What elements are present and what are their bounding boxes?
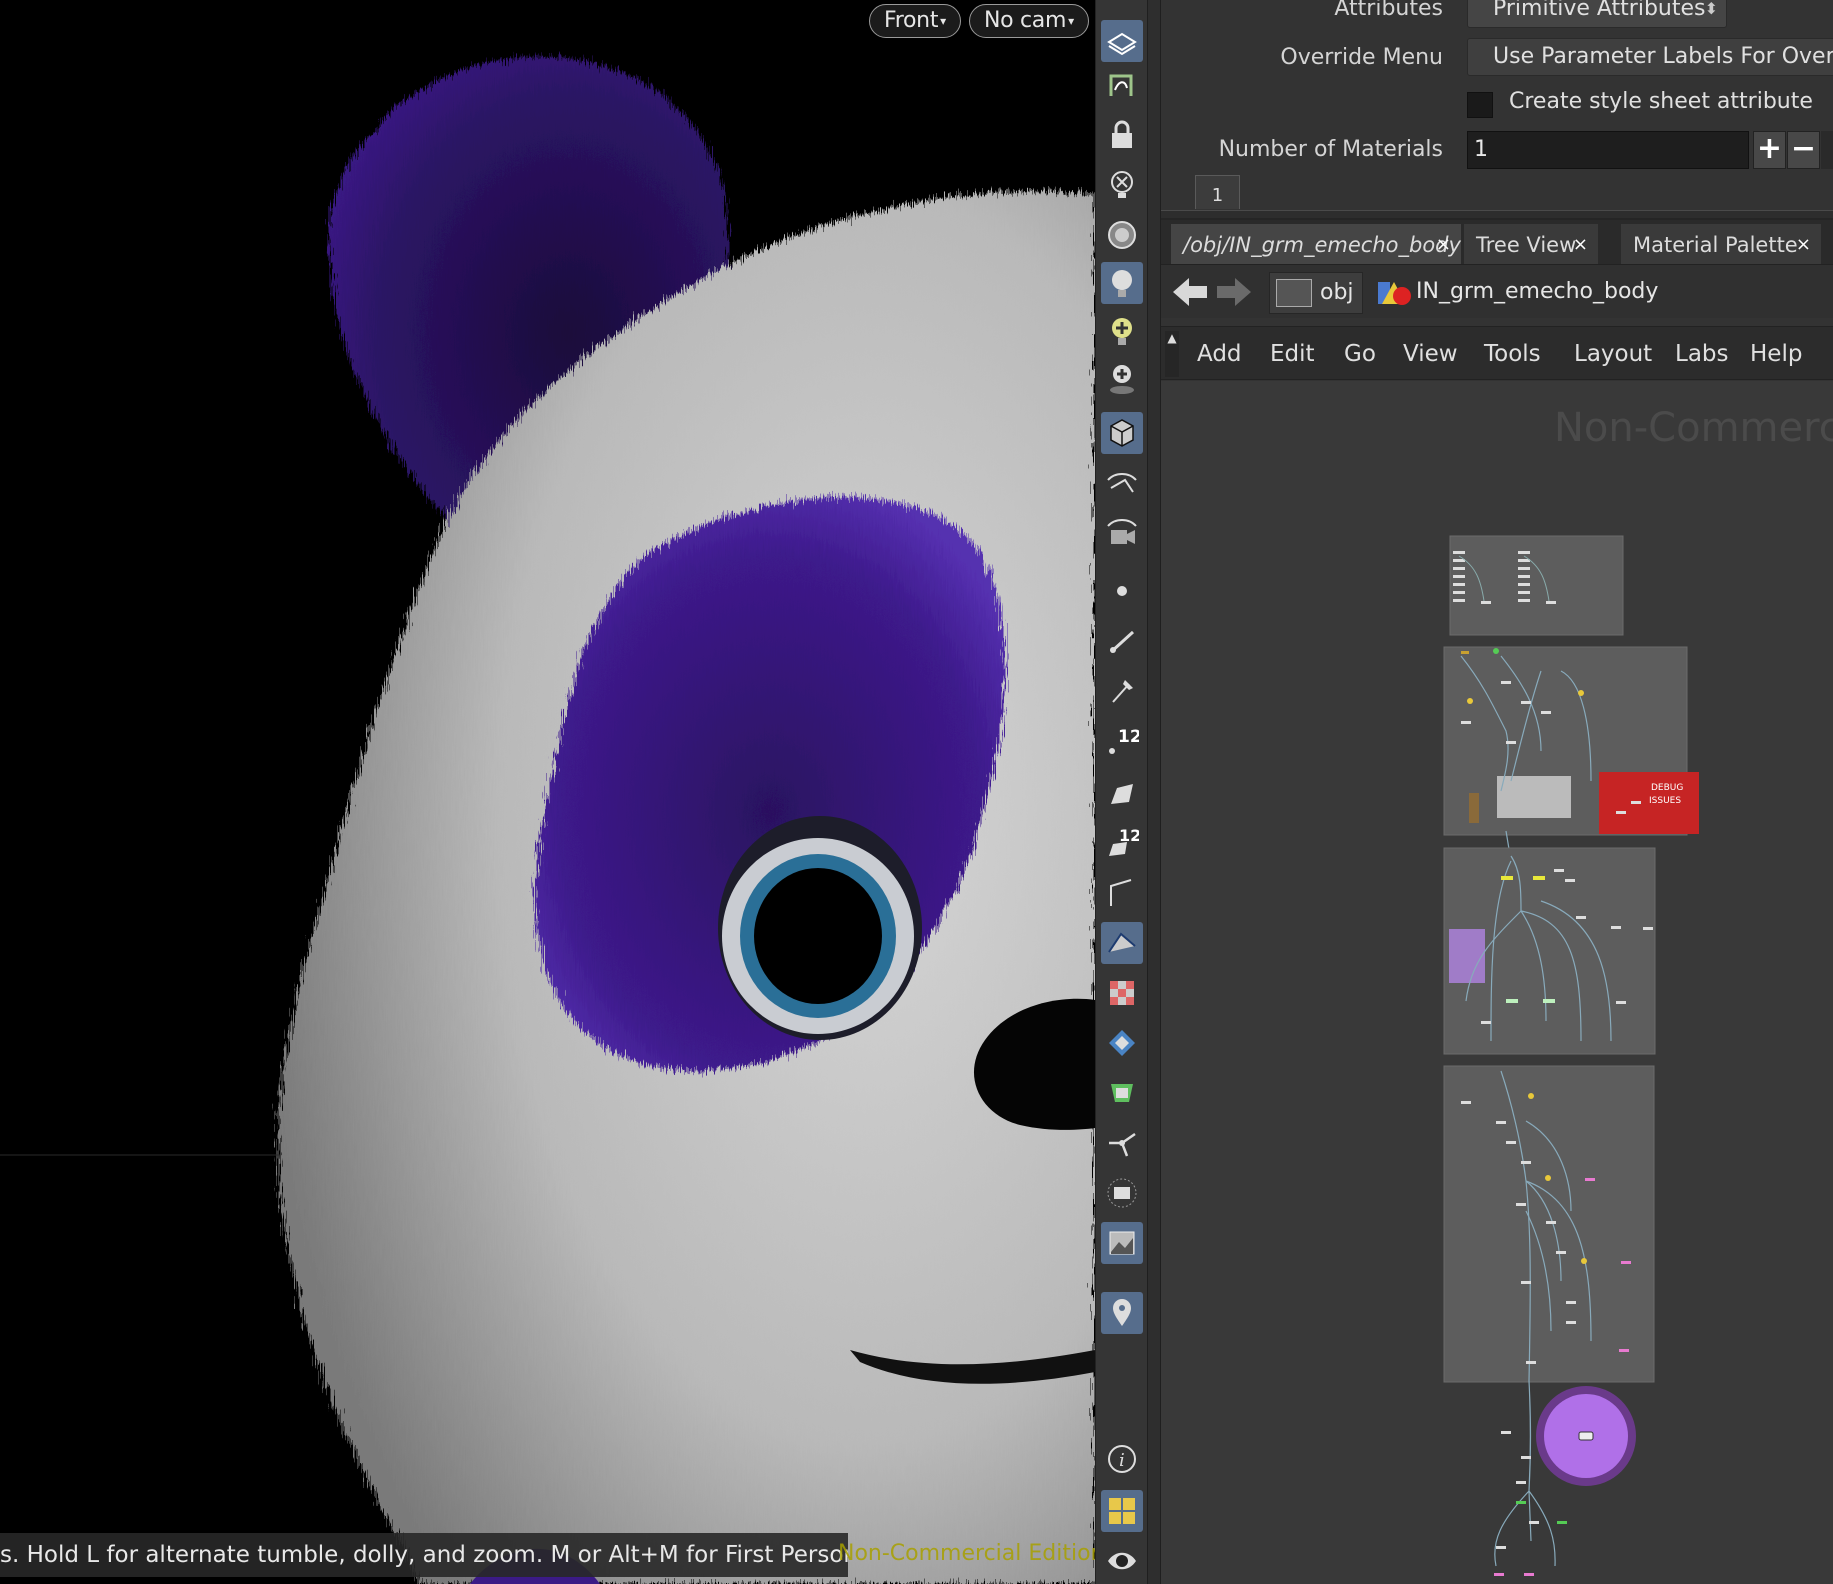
add-material-button[interactable]: +	[1753, 131, 1786, 169]
pin-icon[interactable]	[1101, 670, 1143, 712]
remove-material-button[interactable]: −	[1787, 131, 1820, 169]
purple-sticky	[1449, 929, 1485, 983]
menu-view[interactable]: View	[1403, 327, 1458, 381]
material-tab-1[interactable]: 1	[1195, 175, 1240, 209]
style-sheet-checkbox[interactable]	[1467, 92, 1493, 118]
menu-collapse-icon[interactable]: ▲	[1165, 331, 1179, 377]
primitive-icon[interactable]	[1101, 772, 1143, 814]
override-menu-button[interactable]: Use Parameter Labels For Override	[1467, 38, 1833, 76]
lock-camera-icon[interactable]	[1101, 114, 1143, 156]
dropdown-arrows-icon: ⬍	[1704, 0, 1718, 18]
menu-edit[interactable]: Edit	[1270, 327, 1315, 381]
network-menu-bar: ▲ Add Edit Go View Tools Layout Labs Hel…	[1161, 326, 1833, 380]
tab-material-palette[interactable]: Material Palette ×	[1621, 224, 1821, 266]
right-panel: Attributes Primitive Attributes ⬍ Overri…	[1161, 0, 1833, 1584]
close-icon[interactable]: ×	[1796, 224, 1811, 266]
tab-tree-view[interactable]: Tree View ×	[1464, 224, 1598, 266]
headlight-icon[interactable]	[1101, 214, 1143, 256]
breadcrumb-node[interactable]: IN_grm_emecho_body	[1366, 272, 1833, 314]
wireframe-shading-icon[interactable]	[1101, 412, 1143, 454]
point-icon[interactable]	[1101, 570, 1143, 612]
scene-viewport[interactable]: Front ▾ No cam ▾ s. Hold L for alternate t…	[0, 0, 1095, 1584]
view-menu-button[interactable]: Front ▾	[869, 4, 961, 38]
network-box-1	[1449, 535, 1624, 636]
num-materials-label: Number of Materials	[1218, 137, 1443, 162]
menu-go[interactable]: Go	[1344, 327, 1376, 381]
display-toolbar: 12 12 i	[1095, 0, 1147, 1584]
eye-icon[interactable]	[1101, 1540, 1143, 1582]
primitive-number-icon[interactable]: 12	[1101, 822, 1143, 864]
background-icon[interactable]	[1101, 1222, 1143, 1264]
no-light-icon[interactable]	[1101, 164, 1143, 206]
shadows-light-icon[interactable]	[1101, 358, 1143, 400]
display-options-icon[interactable]	[1101, 20, 1143, 62]
point-number-icon[interactable]: 12	[1101, 720, 1143, 762]
attributes-label: Attributes	[1334, 0, 1443, 21]
debug-label: DEBUG	[1651, 783, 1683, 793]
normal-light-icon[interactable]	[1101, 262, 1143, 304]
param-scrollbar[interactable]	[1821, 131, 1833, 169]
svg-text:12: 12	[1118, 727, 1139, 747]
menu-add[interactable]: Add	[1197, 327, 1242, 381]
backface-icon[interactable]	[1101, 1022, 1143, 1064]
obj-network-icon	[1276, 279, 1312, 307]
close-icon[interactable]: ×	[1436, 224, 1451, 266]
network-editor[interactable]: Non-Commercia DEBUG ISSUES	[1161, 381, 1833, 1584]
sticky-note	[1497, 776, 1571, 818]
boundary-icon[interactable]	[1101, 872, 1143, 914]
location-pin-icon[interactable]	[1101, 1292, 1143, 1334]
node-graph[interactable]: DEBUG ISSUES	[1161, 381, 1833, 1584]
viewport-status-message: s. Hold L for alternate tumble, dolly, a…	[0, 1533, 848, 1577]
path-bar: obj IN_grm_emecho_body	[1161, 264, 1833, 318]
pivot-icon[interactable]	[1101, 1122, 1143, 1164]
pane-resize-handle[interactable]	[1161, 210, 1833, 218]
geometry-node-icon	[1378, 282, 1411, 305]
tab-network-path[interactable]: /obj/IN_grm_emecho_body ×	[1171, 224, 1461, 266]
visualize-icon[interactable]	[1101, 462, 1143, 504]
high-quality-light-icon[interactable]	[1101, 310, 1143, 352]
num-materials-input[interactable]: 1	[1467, 131, 1749, 169]
menu-layout[interactable]: Layout	[1574, 327, 1652, 381]
layout-icon[interactable]	[1101, 1490, 1143, 1532]
viewport-watermark: Non-Commercial Edition	[838, 1541, 1095, 1566]
info-icon[interactable]: i	[1101, 1438, 1143, 1480]
pane-divider[interactable]	[1147, 0, 1161, 1584]
svg-text:12: 12	[1119, 826, 1139, 845]
svg-text:i: i	[1119, 1450, 1125, 1471]
edge-icon[interactable]	[1101, 620, 1143, 662]
template-icon[interactable]	[1101, 1072, 1143, 1114]
close-icon[interactable]: ×	[1573, 224, 1588, 266]
attributes-dropdown[interactable]: Primitive Attributes ⬍	[1467, 0, 1727, 28]
uv-checker-icon[interactable]	[1101, 972, 1143, 1014]
snap-icon[interactable]	[1101, 1172, 1143, 1214]
camera-menu-button[interactable]: No cam ▾	[969, 4, 1089, 38]
forward-arrow-icon[interactable]	[1215, 275, 1253, 309]
debug-issues-label: ISSUES	[1649, 796, 1681, 806]
back-arrow-icon[interactable]	[1171, 275, 1209, 309]
visualize-render-icon[interactable]	[1101, 510, 1143, 552]
menu-help[interactable]: Help	[1750, 327, 1802, 381]
hull-icon[interactable]	[1101, 922, 1143, 964]
override-menu-label: Override Menu	[1280, 45, 1443, 70]
panda-render	[0, 56, 1095, 1584]
menu-labs[interactable]: Labs	[1675, 327, 1729, 381]
pane-tab-bar: /obj/IN_grm_emecho_body × Tree View × Mate…	[1161, 218, 1833, 266]
breadcrumb-obj[interactable]: obj	[1269, 272, 1363, 314]
style-sheet-label: Create style sheet attribute	[1509, 89, 1813, 114]
curve-icon[interactable]	[1101, 64, 1143, 106]
menu-tools[interactable]: Tools	[1484, 327, 1541, 381]
